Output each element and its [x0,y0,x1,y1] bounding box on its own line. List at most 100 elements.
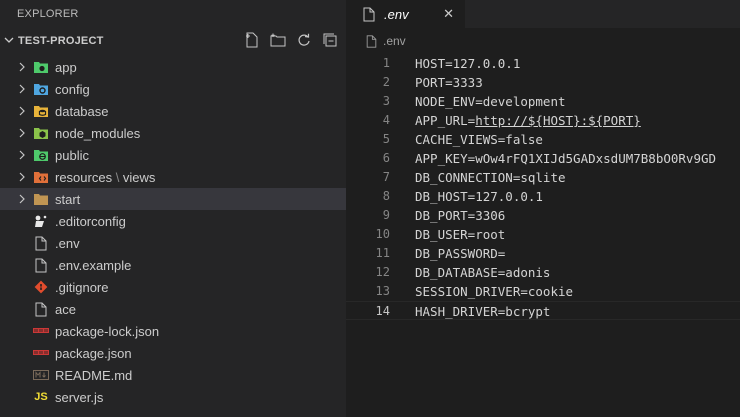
tree-label: package.json [55,345,132,361]
line-number: 5 [382,132,390,146]
tree-folder-app[interactable]: app [0,56,346,78]
tree-folder-node-modules[interactable]: node_modules [0,122,346,144]
line-text: APP_URL=http://${HOST}:${PORT} [415,113,641,128]
code-line: 4 APP_URL=http://${HOST}:${PORT} [346,111,740,130]
line-text: HASH_DRIVER=bcrypt [415,304,551,319]
chevron-right-icon [15,194,29,204]
line-number: 9 [382,208,390,222]
file-icon [33,257,49,273]
breadcrumb[interactable]: .env [346,28,740,54]
file-icon [33,235,49,251]
line-text: DB_USER=root [415,227,506,242]
line-number: 3 [382,94,390,108]
code-line: 6 APP_KEY=wOw4rFQ1XIJd5GADxsdUM7B8bO0Rv9G… [346,149,740,168]
line-number: 1 [382,56,390,70]
tree-label: config [55,81,90,97]
file-tree: app config database node_modules public … [0,56,346,408]
url-link[interactable]: http://${HOST}:${PORT} [475,113,641,128]
tree-folder-start[interactable]: start [0,188,346,210]
tree-file-env[interactable]: .env [0,232,346,254]
tab-env[interactable]: .env ✕ [346,0,465,28]
chevron-right-icon [15,150,29,160]
tree-label: app [55,59,77,75]
code-line: 8 DB_HOST=127.0.0.1 [346,187,740,206]
line-number: 12 [375,265,390,279]
npm-icon [33,345,49,361]
file-icon [363,7,375,22]
line-text: DB_CONNECTION=sqlite [415,170,566,185]
npm-icon [33,323,49,339]
folder-icon [33,191,49,207]
line-number: 2 [382,75,390,89]
line-number: 8 [382,189,390,203]
code-line: 2 PORT=3333 [346,73,740,92]
markdown-icon [33,367,49,383]
tree-label: start [55,191,81,207]
tree-file-server-js[interactable]: JS server.js [0,386,346,408]
tree-label: server.js [55,389,104,405]
line-number: 11 [375,246,390,260]
refresh-icon[interactable] [296,32,312,48]
code-line: 11 DB_PASSWORD= [346,244,740,263]
line-text: APP_KEY=wOw4rFQ1XIJd5GADxsdUM7B8bO0Rv9GD [415,151,717,166]
code-line: 1 HOST=127.0.0.1 [346,54,740,73]
tree-label: .editorconfig [55,213,126,229]
tree-file-ace[interactable]: ace [0,298,346,320]
tree-label: package-lock.json [55,323,160,339]
tree-folder-config[interactable]: config [0,78,346,100]
tree-file-editorconfig[interactable]: .editorconfig [0,210,346,232]
app-folder-icon [33,59,49,75]
editor-area: .env ✕ .env 1 HOST=127.0.0.1 2 PORT=3333 3… [346,0,740,417]
chevron-right-icon [15,84,29,94]
tree-label: public [55,147,89,163]
public-folder-icon [33,147,49,163]
code-editor[interactable]: 1 HOST=127.0.0.1 2 PORT=3333 3 NODE_ENV=dev… [346,54,740,320]
code-line: 12 DB_DATABASE=adonis [346,263,740,282]
line-number: 14 [375,304,390,318]
tree-file-package-json[interactable]: package.json [0,342,346,364]
new-folder-icon[interactable] [270,32,286,48]
explorer-actions [244,32,338,48]
collapse-all-icon[interactable] [322,32,338,48]
chevron-right-icon [15,128,29,138]
project-section-header[interactable]: TEST-PROJECT [0,29,346,53]
code-line: 9 DB_PORT=3306 [346,206,740,225]
tree-label: README.md [55,367,133,383]
line-text: HOST=127.0.0.1 [415,56,521,71]
tree-folder-database[interactable]: database [0,100,346,122]
resources-folder-icon [33,169,49,185]
code-line: 10 DB_USER=root [346,225,740,244]
editorconfig-icon [33,213,49,229]
tree-file-readme-md[interactable]: README.md [0,364,346,386]
code-line-current: 14 HASH_DRIVER=bcrypt [346,301,740,320]
line-text: PORT=3333 [415,75,483,90]
tree-file-env-example[interactable]: .env.example [0,254,346,276]
tree-folder-public[interactable]: public [0,144,346,166]
code-line: 13 SESSION_DRIVER=cookie [346,282,740,301]
line-text: DB_DATABASE=adonis [415,265,551,280]
line-number: 6 [382,151,390,165]
explorer-sidebar: EXPLORER TEST-PROJECT app config databas… [0,0,346,417]
tab-label: .env [384,6,409,22]
code-line: 3 NODE_ENV=development [346,92,740,111]
line-text: NODE_ENV=development [415,94,566,109]
new-file-icon[interactable] [244,32,260,48]
explorer-title: EXPLORER [17,8,79,20]
close-icon[interactable]: ✕ [443,6,454,22]
tree-label: resources \ views [55,169,156,185]
config-folder-icon [33,81,49,97]
line-text: CACHE_VIEWS=false [415,132,543,147]
tree-label: .env.example [55,257,132,273]
code-line: 7 DB_CONNECTION=sqlite [346,168,740,187]
tree-label: database [55,103,109,119]
tree-file-gitignore[interactable]: .gitignore [0,276,346,298]
line-text: SESSION_DRIVER=cookie [415,284,574,299]
chevron-right-icon [15,62,29,72]
tree-file-package-lock-json[interactable]: package-lock.json [0,320,346,342]
tab-bar: .env ✕ [346,0,740,28]
line-text: DB_PORT=3306 [415,208,506,223]
chevron-down-icon [2,35,16,48]
code-line: 5 CACHE_VIEWS=false [346,130,740,149]
chevron-right-icon [15,106,29,116]
tree-folder-resources-views[interactable]: resources \ views [0,166,346,188]
